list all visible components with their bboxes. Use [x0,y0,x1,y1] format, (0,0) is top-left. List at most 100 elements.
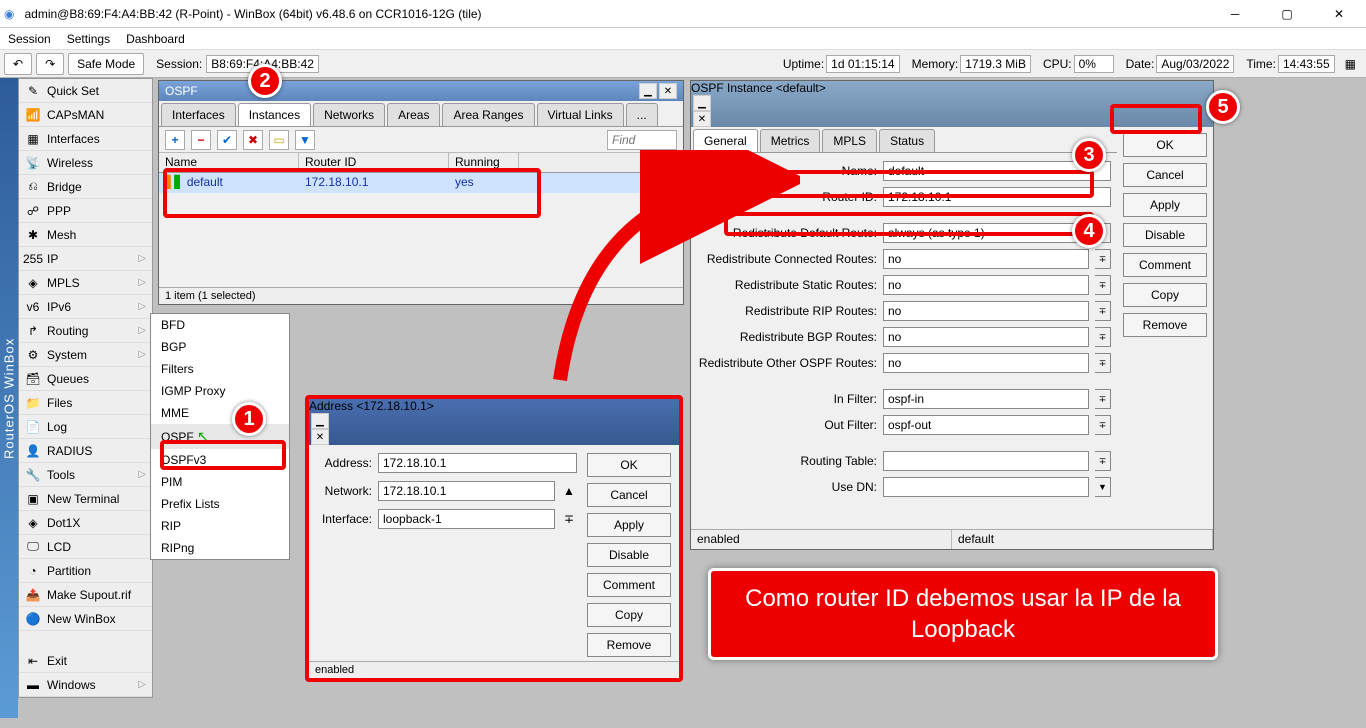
sidebar-item-lcd[interactable]: 🖵LCD [19,535,152,559]
dd-icon[interactable]: ∓ [1095,451,1111,471]
dd-icon[interactable]: ∓ [1095,327,1111,347]
sidebar-item-partition[interactable]: ◔Partition [19,559,152,583]
inst-rdr-input[interactable] [883,223,1089,243]
ospf-tab-areas[interactable]: Areas [387,103,440,126]
sidebar-item-bridge[interactable]: ⎌Bridge [19,175,152,199]
ospf-tab-area-ranges[interactable]: Area Ranges [442,103,534,126]
sidebar-item-capsman[interactable]: 📶CAPsMAN [19,103,152,127]
addr-apply-button[interactable]: Apply [587,513,671,537]
redo-button[interactable]: ↷ [36,53,64,75]
inst-rsr-input[interactable] [883,275,1089,295]
col-routerid[interactable]: Router ID [299,153,449,172]
address-min-icon[interactable]: ▁ [311,413,329,429]
sidebar-item-mpls[interactable]: ◈MPLS▷ [19,271,152,295]
ospf-instance-row[interactable]: ▋▋ default 172.18.10.1 yes [159,173,683,193]
remove-button[interactable]: − [191,130,211,150]
sidebar-item-exit[interactable]: ⇤Exit [19,649,152,673]
instance-window-header[interactable]: OSPF Instance <default> ▁ ✕ [691,81,1213,127]
dd-icon[interactable]: ∓ [1095,275,1111,295]
find-input[interactable] [607,130,677,150]
dd-icon[interactable]: ∓ [1095,301,1111,321]
ospf-tab-networks[interactable]: Networks [313,103,385,126]
sidebar-item-ipv6[interactable]: v6IPv6▷ [19,295,152,319]
address-input[interactable] [378,453,577,473]
submenu-ospfv3[interactable]: OSPFv3 [151,449,289,471]
minimize-button[interactable]: ─ [1212,2,1258,26]
submenu-pim[interactable]: PIM [151,471,289,493]
inst-comment-button[interactable]: Comment [1123,253,1207,277]
comment-button[interactable]: ▭ [269,130,289,150]
inst-copy-button[interactable]: Copy [1123,283,1207,307]
sidebar-item-mesh[interactable]: ✱Mesh [19,223,152,247]
sidebar-item-make-supout.rif[interactable]: 📤Make Supout.rif [19,583,152,607]
submenu-ripng[interactable]: RIPng [151,537,289,559]
inst-rospf-input[interactable] [883,353,1089,373]
ospf-tab-...[interactable]: ... [626,103,658,126]
addr-cancel-button[interactable]: Cancel [587,483,671,507]
filter-button[interactable]: ▼ [295,130,315,150]
inst-outf-input[interactable] [883,415,1089,435]
inst-cancel-button[interactable]: Cancel [1123,163,1207,187]
inst-inf-input[interactable] [883,389,1089,409]
submenu-filters[interactable]: Filters [151,358,289,380]
inst-rt-input[interactable] [883,451,1089,471]
dd-icon[interactable]: ∓ [1095,353,1111,373]
col-name[interactable]: Name [159,153,299,172]
sidebar-item-system[interactable]: ⚙System▷ [19,343,152,367]
submenu-bfd[interactable]: BFD [151,314,289,336]
ospf-tab-interfaces[interactable]: Interfaces [161,103,236,126]
hide-icon[interactable]: ▦ [1345,57,1356,71]
menu-dashboard[interactable]: Dashboard [126,32,185,46]
sidebar-item-log[interactable]: 📄Log [19,415,152,439]
inst-tab-status[interactable]: Status [879,129,935,152]
safe-mode-button[interactable]: Safe Mode [68,53,144,75]
enable-button[interactable]: ✔ [217,130,237,150]
submenu-rip[interactable]: RIP [151,515,289,537]
ospf-close-icon[interactable]: ✕ [659,83,677,99]
ospf-window-header[interactable]: OSPF ▁ ✕ [159,81,683,101]
addr-remove-button[interactable]: Remove [587,633,671,657]
disable-button[interactable]: ✖ [243,130,263,150]
network-up-icon[interactable]: ▲ [561,484,577,498]
dd-icon[interactable]: ▼ [1095,477,1111,497]
dd-icon[interactable]: ∓ [1095,389,1111,409]
inst-dn-input[interactable] [883,477,1089,497]
addr-disable-button[interactable]: Disable [587,543,671,567]
interface-input[interactable] [378,509,555,529]
inst-router-input[interactable] [883,187,1111,207]
submenu-mme[interactable]: MME [151,402,289,424]
addr-copy-button[interactable]: Copy [587,603,671,627]
undo-button[interactable]: ↶ [4,53,32,75]
sidebar-item-dot1x[interactable]: ◈Dot1X [19,511,152,535]
sidebar-item-queues[interactable]: 🗃Queues [19,367,152,391]
submenu-bgp[interactable]: BGP [151,336,289,358]
menu-settings[interactable]: Settings [67,32,110,46]
interface-dd-icon[interactable]: ∓ [561,512,577,526]
inst-ok-button[interactable]: OK [1123,133,1207,157]
inst-apply-button[interactable]: Apply [1123,193,1207,217]
sidebar-item-new-winbox[interactable]: 🔵New WinBox [19,607,152,631]
sidebar-item-files[interactable]: 📁Files [19,391,152,415]
instance-close-icon[interactable]: ✕ [693,111,711,127]
sidebar-item-tools[interactable]: 🔧Tools▷ [19,463,152,487]
inst-rrip-input[interactable] [883,301,1089,321]
submenu-ospf[interactable]: OSPF ↖ [151,424,289,449]
submenu-prefix-lists[interactable]: Prefix Lists [151,493,289,515]
address-close-icon[interactable]: ✕ [311,429,329,445]
sidebar-item-wireless[interactable]: 📡Wireless [19,151,152,175]
ospf-tab-virtual-links[interactable]: Virtual Links [537,103,624,126]
sidebar-item-ip[interactable]: 255IP▷ [19,247,152,271]
ospf-min-icon[interactable]: ▁ [639,83,657,99]
sidebar-item-routing[interactable]: ↱Routing▷ [19,319,152,343]
sidebar-item-interfaces[interactable]: ▦Interfaces [19,127,152,151]
instance-min-icon[interactable]: ▁ [693,95,711,111]
sidebar-item-windows[interactable]: ▬Windows▷ [19,673,152,697]
inst-tab-metrics[interactable]: Metrics [760,129,821,152]
close-button[interactable]: ✕ [1316,2,1362,26]
sidebar-item-radius[interactable]: 👤RADIUS [19,439,152,463]
col-running[interactable]: Running [449,153,519,172]
sidebar-item-new-terminal[interactable]: ▣New Terminal [19,487,152,511]
add-button[interactable]: + [165,130,185,150]
dd-icon[interactable]: ∓ [1095,249,1111,269]
inst-remove-button[interactable]: Remove [1123,313,1207,337]
